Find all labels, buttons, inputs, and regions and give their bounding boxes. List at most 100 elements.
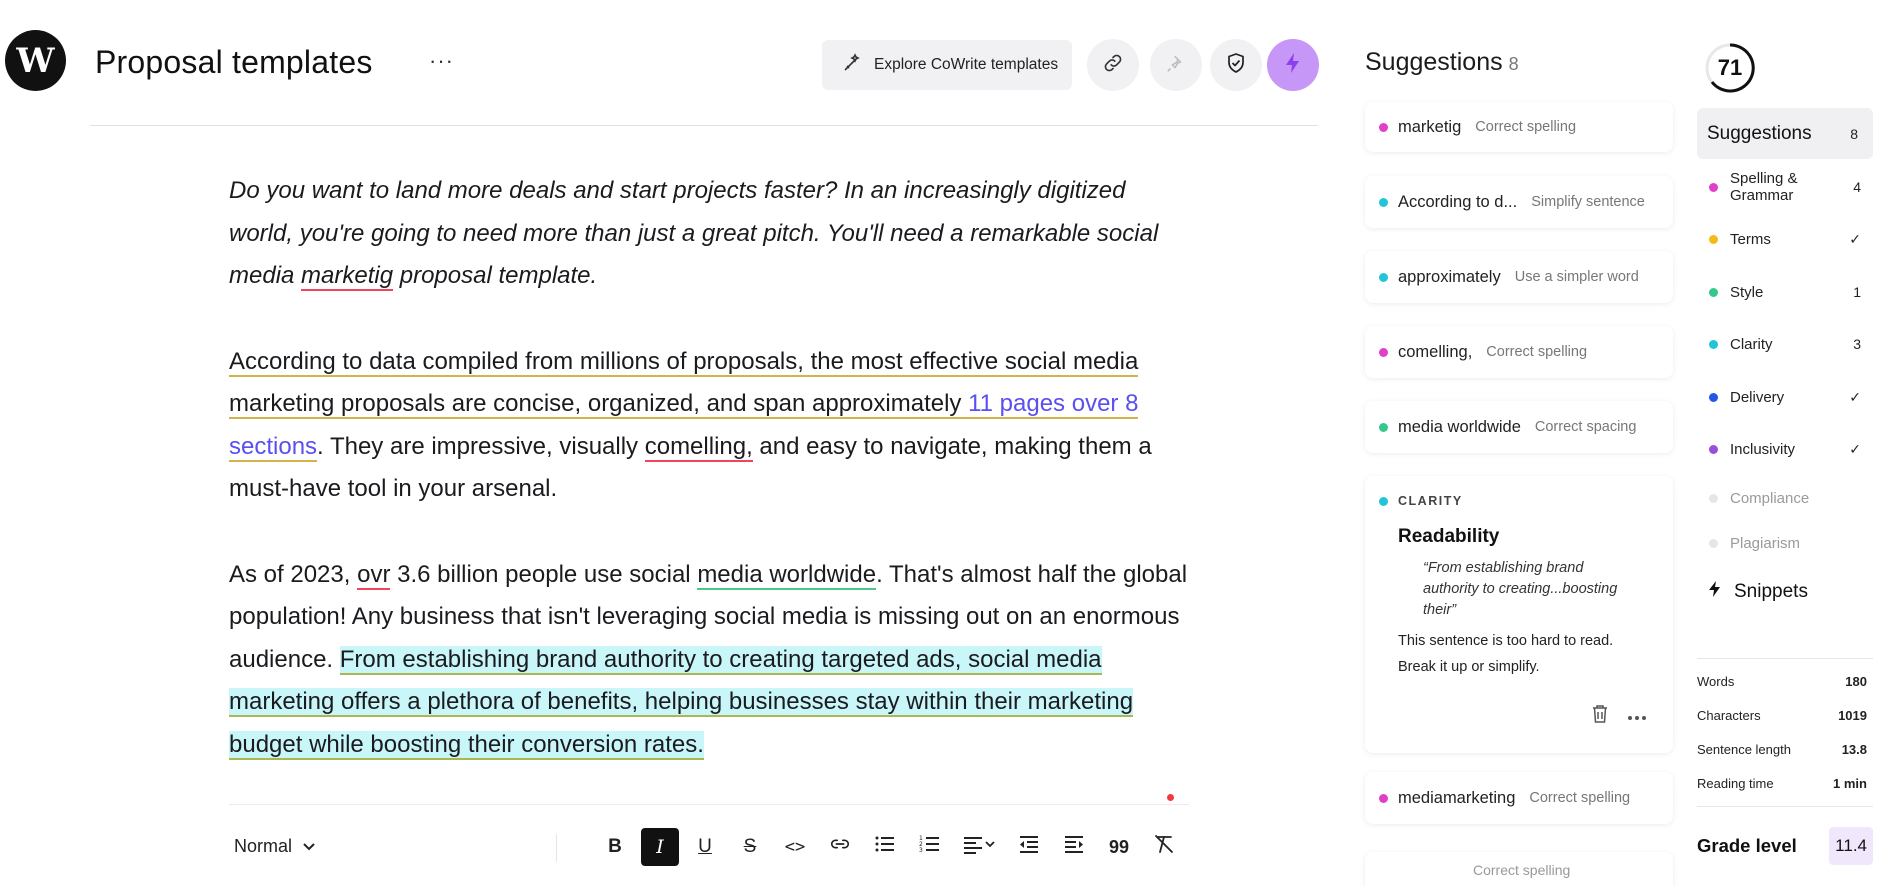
paragraph-3[interactable]: As of 2023, ovr 3.6 billion people use s… <box>229 554 1189 767</box>
expanded-suggestion-card[interactable]: CLARITY Readability “From establishing b… <box>1365 476 1673 753</box>
suggestion-card[interactable]: media worldwide Correct spacing <box>1365 401 1673 453</box>
suggestion-word: mediamarketing <box>1398 788 1516 807</box>
stat-label: Sentence length <box>1697 742 1791 757</box>
auto-improve-button[interactable] <box>1267 39 1319 91</box>
category-count: 1 <box>1853 284 1861 300</box>
document-editor[interactable]: Do you want to land more deals and start… <box>229 170 1189 809</box>
document-title[interactable]: Proposal templates <box>95 44 373 81</box>
category-inclusivity[interactable]: Inclusivity ✓ <box>1697 439 1873 459</box>
plagiarism-dot-icon <box>1709 538 1718 548</box>
clear-format-icon <box>1153 833 1175 861</box>
category-label: Terms <box>1730 230 1771 248</box>
snippets-label: Snippets <box>1734 581 1808 602</box>
spelling-issue-ovr[interactable]: ovr <box>357 560 391 590</box>
toolbar-separator <box>556 834 557 862</box>
bulleted-list-icon <box>874 834 896 860</box>
chevron-down-icon <box>302 836 316 857</box>
overall-score[interactable]: 71 <box>1704 42 1756 94</box>
bold-button[interactable]: B <box>596 828 634 866</box>
stat-value: 13.8 <box>1841 742 1867 757</box>
suggestion-action: Use a simpler word <box>1514 269 1639 285</box>
category-label: Inclusivity <box>1730 440 1796 458</box>
bold-icon: B <box>608 836 622 857</box>
indent-button[interactable] <box>1055 828 1093 866</box>
stat-value: 1 min <box>1833 776 1867 791</box>
suggestion-word: approximately <box>1398 267 1501 286</box>
compliance-dot-icon <box>1709 493 1718 503</box>
category-compliance[interactable]: Compliance <box>1697 488 1873 508</box>
grade-level-value: 11.4 <box>1829 827 1873 865</box>
stat-value: 180 <box>1845 674 1867 689</box>
clarity-dot-icon <box>1379 197 1388 207</box>
code-button[interactable]: <> <box>776 828 814 866</box>
delivery-dot-icon <box>1709 392 1718 402</box>
suggestion-card[interactable]: marketig Correct spelling <box>1365 102 1673 152</box>
clarity-card-title: Readability <box>1398 526 1500 547</box>
italic-button[interactable]: I <box>641 828 679 866</box>
spelling-issue-comelling[interactable]: comelling, <box>644 432 753 462</box>
explore-templates-label: Explore CoWrite templates <box>874 56 1059 73</box>
paragraph-1[interactable]: Do you want to land more deals and start… <box>229 170 1189 298</box>
more-options-button[interactable]: ··· <box>429 48 454 74</box>
outdent-button[interactable] <box>1010 828 1048 866</box>
p3-text-a: As of 2023, <box>229 560 358 588</box>
more-horizontal-icon[interactable] <box>1627 708 1647 726</box>
category-plagiarism[interactable]: Plagiarism <box>1697 533 1873 553</box>
trash-icon[interactable] <box>1591 704 1609 729</box>
panel-divider <box>1697 806 1873 807</box>
compliance-button[interactable] <box>1210 39 1262 91</box>
header-divider <box>90 125 1318 126</box>
suggestion-action: Correct spelling <box>1486 344 1588 360</box>
suggestion-card-partial[interactable]: Correct spelling <box>1365 852 1673 886</box>
panel-tab-label: Suggestions <box>1707 122 1812 144</box>
suggestion-card[interactable]: approximately Use a simpler word <box>1365 251 1673 303</box>
app-logo[interactable]: W <box>5 30 66 91</box>
suggestion-card[interactable]: According to d... Simplify sentence <box>1365 176 1673 228</box>
link-icon <box>1102 52 1124 79</box>
suggestion-word: comelling, <box>1398 342 1473 361</box>
bulleted-list-button[interactable] <box>866 828 904 866</box>
clarity-card-explanation: This sentence is too hard to read. Break… <box>1398 633 1614 675</box>
align-dropdown[interactable] <box>956 828 1004 866</box>
logo-letter: W <box>16 40 55 81</box>
check-icon: ✓ <box>1849 230 1861 247</box>
suggestion-card[interactable]: comelling, Correct spelling <box>1365 326 1673 378</box>
spelling-dot-icon <box>1379 122 1388 132</box>
clarity-dot-icon <box>1379 496 1388 506</box>
shield-check-icon <box>1224 51 1248 80</box>
strikethrough-icon: S <box>743 836 757 857</box>
explore-templates-button[interactable]: Explore CoWrite templates <box>822 40 1072 90</box>
spelling-dot-icon <box>1379 793 1388 803</box>
readability-highlight[interactable]: From establishing brand authority to cre… <box>229 645 1134 760</box>
category-delivery[interactable]: Delivery ✓ <box>1697 387 1873 407</box>
stat-label: Words <box>1697 674 1735 689</box>
magic-wand-icon <box>842 52 862 78</box>
clear-format-button[interactable] <box>1145 828 1183 866</box>
svg-text:3: 3 <box>919 847 923 854</box>
link-button[interactable] <box>821 828 859 866</box>
grade-level[interactable]: Grade level 11.4 <box>1697 826 1873 866</box>
category-terms[interactable]: Terms ✓ <box>1697 229 1873 249</box>
spelling-issue-marketig[interactable]: marketig <box>301 262 394 291</box>
category-spelling-grammar[interactable]: Spelling & Grammar 4 <box>1697 170 1873 204</box>
snippets-button[interactable]: Snippets <box>1708 580 1808 604</box>
copy-link-button[interactable] <box>1087 39 1139 91</box>
editor-divider <box>229 804 1189 805</box>
clarity-category: CLARITY <box>1379 494 1463 508</box>
paragraph-2[interactable]: According to data compiled from millions… <box>229 341 1189 511</box>
clarity-dot-icon <box>1709 339 1718 349</box>
category-clarity[interactable]: Clarity 3 <box>1697 334 1873 354</box>
quote-button[interactable]: 99 <box>1100 828 1138 866</box>
check-icon: ✓ <box>1849 388 1861 405</box>
suggestion-word: According to d... <box>1398 192 1518 211</box>
text-style-dropdown[interactable]: Normal <box>234 836 316 857</box>
panel-tab-suggestions[interactable]: Suggestions 8 <box>1697 108 1873 159</box>
spacing-issue-media-worldwide[interactable]: media worldwide <box>697 560 877 590</box>
p2-text-c: . They are impressive, visually <box>317 432 645 460</box>
underline-button[interactable]: U <box>686 828 724 866</box>
category-style[interactable]: Style 1 <box>1697 282 1873 302</box>
strikethrough-button[interactable]: S <box>731 828 769 866</box>
suggestion-card[interactable]: mediamarketing Correct spelling <box>1365 772 1673 824</box>
numbered-list-button[interactable]: 123 <box>911 828 949 866</box>
pin-button[interactable] <box>1150 39 1202 91</box>
